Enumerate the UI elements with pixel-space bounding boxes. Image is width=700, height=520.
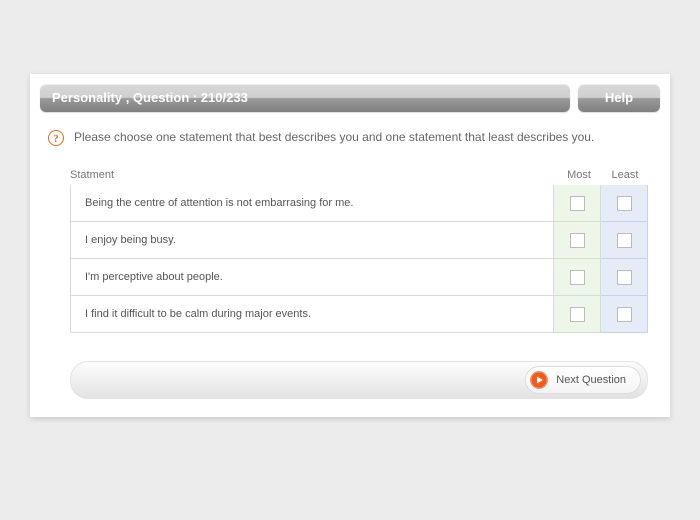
question-panel: Personality , Question : 210/233 Help ? … [30, 74, 670, 417]
instruction-text: Please choose one statement that best de… [74, 128, 594, 146]
statement-text: I enjoy being busy. [70, 222, 554, 259]
most-checkbox[interactable] [570, 270, 585, 285]
table-row: I find it difficult to be calm during ma… [70, 296, 648, 333]
svg-text:?: ? [53, 133, 59, 145]
table-row: I'm perceptive about people. [70, 259, 648, 296]
page-title: Personality , Question : 210/233 [40, 84, 570, 112]
table-row: Being the centre of attention is not emb… [70, 185, 648, 222]
title-bar: Personality , Question : 210/233 Help [30, 74, 670, 122]
most-cell [554, 185, 601, 222]
table-header: Statment Most Least [70, 169, 648, 185]
least-cell [601, 259, 648, 296]
least-cell [601, 222, 648, 259]
statements-table: Statment Most Least Being the centre of … [30, 157, 670, 339]
col-header-least: Least [602, 169, 648, 181]
instruction-row: ? Please choose one statement that best … [30, 122, 670, 157]
col-header-statement: Statment [70, 169, 556, 181]
help-button[interactable]: Help [578, 84, 660, 112]
most-cell [554, 259, 601, 296]
table-row: I enjoy being busy. [70, 222, 648, 259]
bottom-bar: Next Question [70, 361, 648, 399]
col-header-most: Most [556, 169, 602, 181]
least-cell [601, 296, 648, 333]
least-cell [601, 185, 648, 222]
statement-text: I'm perceptive about people. [70, 259, 554, 296]
least-checkbox[interactable] [617, 233, 632, 248]
next-question-label: Next Question [556, 374, 626, 386]
least-checkbox[interactable] [617, 307, 632, 322]
play-icon [530, 371, 548, 389]
most-checkbox[interactable] [570, 233, 585, 248]
statement-text: Being the centre of attention is not emb… [70, 185, 554, 222]
least-checkbox[interactable] [617, 270, 632, 285]
question-mark-icon: ? [48, 130, 64, 149]
least-checkbox[interactable] [617, 196, 632, 211]
most-checkbox[interactable] [570, 196, 585, 211]
most-cell [554, 222, 601, 259]
most-checkbox[interactable] [570, 307, 585, 322]
next-question-button[interactable]: Next Question [525, 366, 641, 394]
statement-text: I find it difficult to be calm during ma… [70, 296, 554, 333]
most-cell [554, 296, 601, 333]
